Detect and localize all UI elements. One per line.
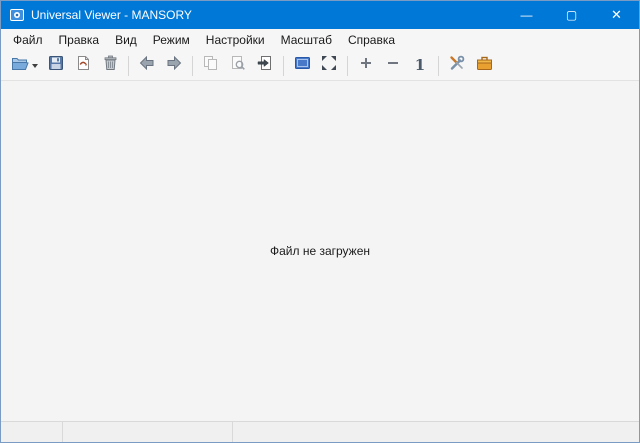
fit-window-button[interactable] [316, 53, 342, 79]
menu-bar: Файл Правка Вид Режим Настройки Масштаб … [1, 29, 639, 51]
back-button[interactable] [134, 53, 160, 79]
copy-button[interactable] [198, 53, 224, 79]
delete-button[interactable] [97, 53, 123, 79]
reopen-button[interactable] [70, 53, 96, 79]
app-window: Universal Viewer - MANSORY — ▢ ✕ Файл Пр… [0, 0, 640, 443]
toolbar-separator [192, 56, 193, 76]
delete-icon [103, 55, 118, 76]
menu-mode[interactable]: Режим [145, 30, 198, 50]
copy-icon [203, 55, 219, 76]
actual-size-button[interactable]: 1 [407, 53, 433, 79]
settings-button[interactable] [444, 53, 470, 79]
save-button[interactable] [43, 53, 69, 79]
tools-icon [449, 55, 465, 76]
preview-button[interactable] [225, 53, 251, 79]
menu-settings[interactable]: Настройки [198, 30, 273, 50]
minimize-button[interactable]: — [504, 1, 549, 29]
menu-file[interactable]: Файл [5, 30, 51, 50]
toolbar-separator [128, 56, 129, 76]
zoom-in-button[interactable] [353, 53, 379, 79]
goto-page-icon [257, 55, 273, 76]
toolbar-separator [347, 56, 348, 76]
status-bar [1, 421, 639, 442]
fullscreen-icon [294, 56, 311, 75]
open-dropdown-icon [32, 64, 38, 68]
viewer-canvas: Файл не загружен [1, 81, 639, 421]
reopen-icon [75, 55, 91, 76]
minus-icon [386, 56, 400, 75]
menu-edit[interactable]: Правка [51, 30, 108, 50]
menu-view[interactable]: Вид [107, 30, 145, 50]
app-icon [9, 7, 25, 23]
fit-window-icon [321, 55, 337, 76]
menu-zoom[interactable]: Масштаб [273, 30, 340, 50]
preview-icon [230, 55, 246, 76]
menu-help[interactable]: Справка [340, 30, 403, 50]
title-bar[interactable]: Universal Viewer - MANSORY — ▢ ✕ [1, 1, 639, 29]
options-button[interactable] [471, 53, 497, 79]
goto-button[interactable] [252, 53, 278, 79]
digit-one-icon: 1 [415, 58, 425, 73]
back-arrow-icon [139, 56, 155, 75]
forward-button[interactable] [161, 53, 187, 79]
window-controls: — ▢ ✕ [504, 1, 639, 29]
toolbox-icon [476, 56, 493, 76]
status-panel [233, 422, 639, 442]
fullscreen-button[interactable] [289, 53, 315, 79]
toolbar: 1 [1, 51, 639, 81]
toolbar-separator [283, 56, 284, 76]
status-panel [1, 422, 63, 442]
forward-arrow-icon [166, 56, 182, 75]
folder-open-icon [11, 56, 29, 76]
toolbar-separator [438, 56, 439, 76]
plus-icon [359, 56, 373, 75]
status-panel [63, 422, 233, 442]
no-file-message: Файл не загружен [270, 244, 370, 258]
save-icon [48, 55, 64, 76]
window-title: Universal Viewer - MANSORY [31, 8, 192, 22]
zoom-out-button[interactable] [380, 53, 406, 79]
open-button[interactable] [6, 53, 42, 79]
maximize-button[interactable]: ▢ [549, 1, 594, 29]
close-button[interactable]: ✕ [594, 1, 639, 29]
